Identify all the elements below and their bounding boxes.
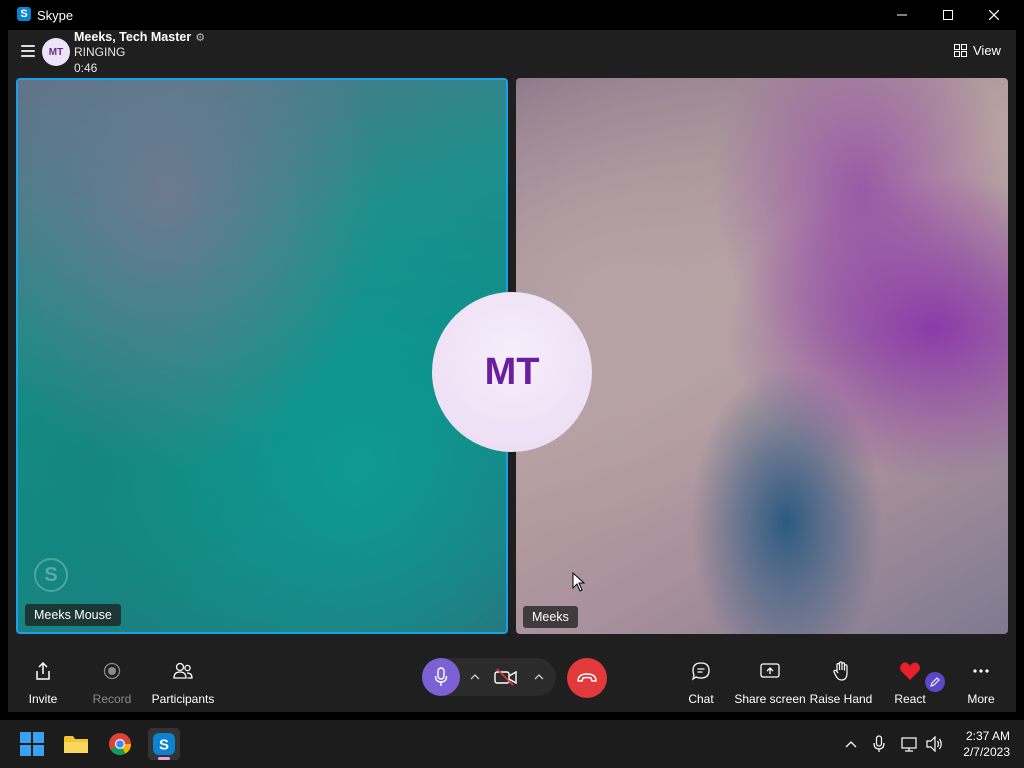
network-icon[interactable]: [899, 732, 921, 756]
svg-text:S: S: [159, 737, 169, 754]
microphone-icon: [434, 667, 448, 686]
participants-label: Participants: [151, 692, 215, 706]
maximize-icon: [943, 10, 953, 20]
participant-label: Meeks: [523, 606, 578, 628]
system-clock[interactable]: 2:37 AM 2/7/2023: [958, 728, 1010, 760]
hang-up-icon: [577, 673, 597, 682]
skype-window: S Skype MT Meeks, Tech Master ⚙ RINGING 0…: [8, 0, 1016, 712]
file-explorer-icon[interactable]: [60, 728, 92, 760]
taskbar: S 2:37 AM 2/7/2023: [0, 720, 1024, 768]
minimize-button[interactable]: [879, 0, 925, 30]
react-label: React: [894, 692, 926, 706]
skype-icon: S: [17, 7, 31, 21]
maximize-button[interactable]: [925, 0, 971, 30]
end-call-button[interactable]: [567, 658, 607, 698]
chat-button[interactable]: Chat: [666, 658, 736, 706]
record-label: Record: [92, 692, 132, 706]
raise-hand-icon: [833, 661, 848, 681]
call-duration: 0:46: [74, 61, 98, 75]
call-status: RINGING: [74, 45, 126, 59]
mute-button[interactable]: [422, 658, 460, 696]
chevron-up-icon[interactable]: [840, 732, 862, 756]
participants-button[interactable]: Participants: [148, 658, 218, 706]
skype-watermark-icon: S: [34, 558, 68, 592]
close-icon: [989, 10, 999, 20]
volume-icon[interactable]: [924, 732, 946, 756]
invite-button[interactable]: Invite: [8, 658, 78, 706]
chat-label: Chat: [688, 692, 714, 706]
participants-icon: [173, 662, 193, 679]
record-button[interactable]: Record: [77, 658, 147, 706]
clock-date: 2/7/2023: [963, 745, 1010, 759]
mouse-cursor-icon: [572, 572, 586, 592]
view-label: View: [973, 43, 1001, 58]
raise-hand-label: Raise Hand: [809, 692, 873, 706]
app-title: Skype: [37, 8, 74, 23]
view-button[interactable]: View: [954, 43, 1001, 58]
raise-hand-button[interactable]: Raise Hand: [806, 658, 876, 706]
clock-time: 2:37 AM: [965, 729, 1010, 743]
participant-label: Meeks Mouse: [25, 604, 121, 626]
share-screen-label: Share screen: [734, 692, 806, 706]
menu-icon[interactable]: [21, 45, 35, 57]
invite-label: Invite: [28, 692, 58, 706]
chrome-icon[interactable]: [104, 728, 136, 760]
title-bar: S Skype: [8, 0, 1016, 30]
chevron-up-icon[interactable]: [532, 670, 546, 684]
call-header: MT Meeks, Tech Master ⚙ RINGING 0:46 View: [8, 30, 1016, 76]
pencil-icon[interactable]: [925, 672, 945, 692]
record-icon: [103, 662, 121, 680]
share-screen-icon: [760, 663, 780, 678]
minimize-icon: [897, 14, 907, 16]
video-off-icon: [494, 668, 517, 686]
chat-icon: [691, 662, 710, 681]
av-controls-group: [422, 658, 556, 696]
chevron-up-icon[interactable]: [468, 670, 482, 684]
video-toggle-button[interactable]: [492, 664, 520, 690]
heart-icon: [900, 662, 920, 680]
windows-start-icon[interactable]: [16, 728, 48, 760]
taskbar-skype-icon[interactable]: S: [148, 728, 180, 760]
call-controls: Invite Record Participants Chat Share sc…: [8, 640, 1016, 712]
more-button[interactable]: More: [946, 658, 1016, 706]
call-title-text: Meeks, Tech Master: [74, 30, 192, 44]
call-title[interactable]: Meeks, Tech Master ⚙: [74, 30, 205, 44]
settings-icon[interactable]: ⚙: [195, 32, 205, 44]
grid-icon: [954, 44, 967, 57]
more-label: More: [967, 692, 995, 706]
microphone-tray-icon[interactable]: [868, 732, 890, 756]
more-icon: [973, 669, 989, 673]
share-icon: [36, 661, 50, 680]
share-screen-button[interactable]: Share screen: [732, 658, 808, 706]
avatar[interactable]: MT: [42, 38, 70, 66]
close-button[interactable]: [971, 0, 1017, 30]
ringing-avatar: MT: [432, 292, 592, 452]
